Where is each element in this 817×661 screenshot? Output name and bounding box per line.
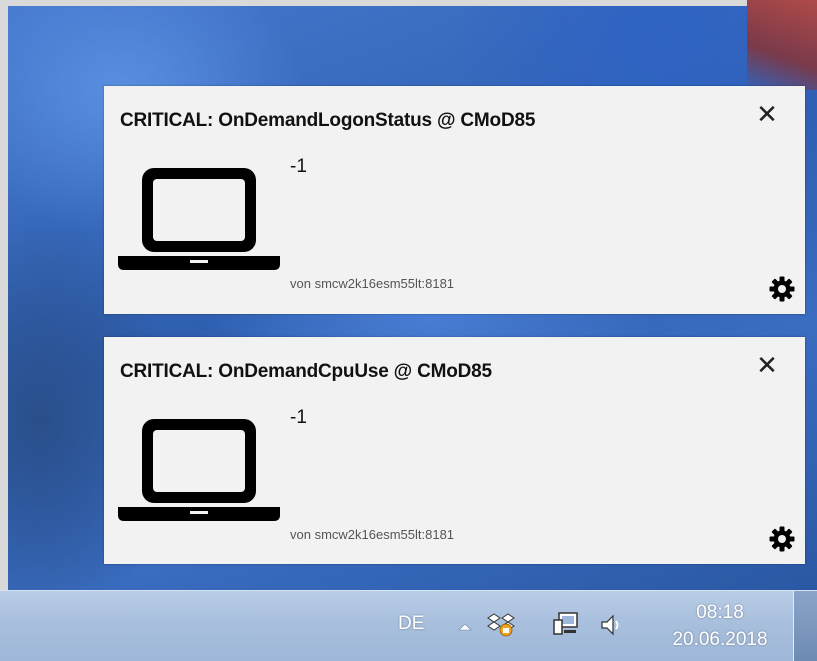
notification-value: -1 xyxy=(290,156,307,177)
volume-icon[interactable] xyxy=(600,613,624,637)
show-hidden-icons-arrow[interactable] xyxy=(458,622,472,632)
close-icon[interactable]: ✕ xyxy=(753,351,781,379)
gear-icon[interactable] xyxy=(769,526,795,552)
laptop-icon xyxy=(118,168,280,270)
notification-logon-status[interactable]: CRITICAL: OnDemandLogonStatus @ CMoD85 ✕… xyxy=(104,86,805,314)
network-icon[interactable] xyxy=(553,612,579,638)
notification-cpu-use[interactable]: CRITICAL: OnDemandCpuUse @ CMoD85 ✕ -1 v… xyxy=(104,337,805,564)
screen-border-left xyxy=(0,0,8,590)
dropbox-icon[interactable] xyxy=(487,612,515,638)
wallpaper-red-fold xyxy=(747,0,817,90)
clock[interactable]: 08:18 20.06.2018 xyxy=(664,599,776,653)
notification-source: von smcw2k16esm55lt:8181 xyxy=(290,276,455,291)
taskbar: DE 08:18 20.06.2018 xyxy=(0,590,817,661)
notification-value: -1 xyxy=(290,407,307,428)
clock-time: 08:18 xyxy=(696,602,744,623)
notification-title: CRITICAL: OnDemandCpuUse @ CMoD85 xyxy=(120,361,492,382)
close-icon[interactable]: ✕ xyxy=(753,100,781,128)
clock-date: 20.06.2018 xyxy=(672,629,768,650)
laptop-icon xyxy=(118,419,280,521)
language-indicator[interactable]: DE xyxy=(398,613,424,635)
gear-icon[interactable] xyxy=(769,276,795,302)
screen-border-top xyxy=(0,0,817,6)
show-desktop-button[interactable] xyxy=(793,591,817,661)
notification-title: CRITICAL: OnDemandLogonStatus @ CMoD85 xyxy=(120,110,536,131)
notification-source: von smcw2k16esm55lt:8181 xyxy=(290,527,455,542)
